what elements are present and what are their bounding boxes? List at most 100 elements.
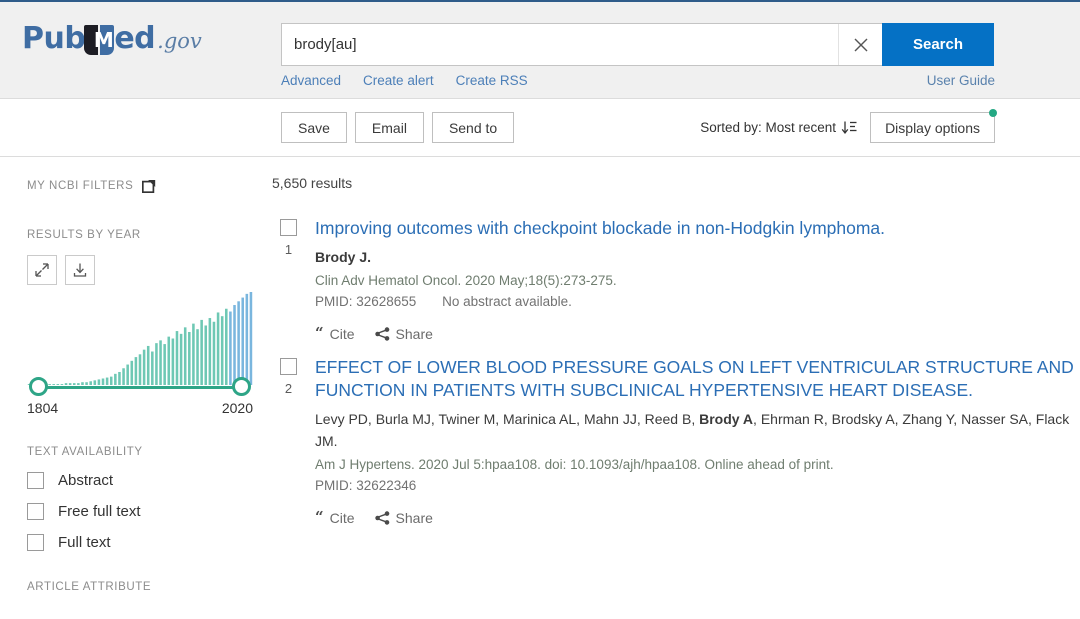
slider-handle-start[interactable] xyxy=(29,377,48,396)
result-checkbox[interactable] xyxy=(280,357,297,375)
header-links: Advanced Create alert Create RSS xyxy=(281,73,528,88)
checkbox-full-text[interactable] xyxy=(27,534,44,551)
search-input[interactable] xyxy=(282,24,838,65)
share-button[interactable]: Share xyxy=(374,509,433,526)
results-by-year-label: Results by year xyxy=(27,229,141,241)
article-attribute-section: Article attribute xyxy=(27,581,272,593)
share-label: Share xyxy=(395,325,433,342)
year-range-slider[interactable] xyxy=(27,377,253,397)
download-icon xyxy=(73,263,87,277)
result-actions: “ Cite Share xyxy=(315,326,1080,342)
result-abstract-note: No abstract available. xyxy=(442,293,572,309)
advanced-link[interactable]: Advanced xyxy=(281,73,341,88)
result-title-link[interactable]: Improving outcomes with checkpoint block… xyxy=(315,217,1080,241)
display-options-button[interactable]: Display options xyxy=(870,109,997,143)
result-pmid-row: PMID: 32622346 xyxy=(315,478,1080,493)
my-ncbi-filters-label: My NCBI Filters xyxy=(27,180,134,192)
result-item: 2 EFFECT OF LOWER BLOOD PRESSURE GOALS O… xyxy=(272,356,1080,526)
quote-icon: “ xyxy=(315,508,324,526)
action-button-group: Save Email Send to xyxy=(281,112,522,143)
year-range-labels: 1804 2020 xyxy=(27,400,253,416)
results-by-year-histogram xyxy=(27,290,253,385)
close-icon xyxy=(854,38,867,51)
checkbox-free-full-text[interactable] xyxy=(27,503,44,520)
sort-descending-icon xyxy=(841,121,857,134)
result-pmid: PMID: 32628655 xyxy=(315,293,417,309)
results-by-year-section: Results by year xyxy=(27,229,272,241)
filter-full-text-label: Full text xyxy=(58,534,111,551)
filter-abstract[interactable]: Abstract xyxy=(27,472,272,489)
results-count: 5,650 results xyxy=(272,175,353,191)
quote-icon: “ xyxy=(315,324,324,342)
share-button[interactable]: Share xyxy=(374,325,433,342)
result-number: 2 xyxy=(284,380,293,396)
result-journal-citation: Am J Hypertens. 2020 Jul 5:hpaa108. doi:… xyxy=(315,456,834,472)
result-selector: 2 xyxy=(272,356,305,526)
result-pmid: PMID: 32622346 xyxy=(315,477,417,493)
filter-full-text[interactable]: Full text xyxy=(27,534,272,551)
status-badge xyxy=(989,109,997,117)
external-link-icon xyxy=(142,180,156,193)
result-checkbox[interactable] xyxy=(280,219,297,236)
cite-button[interactable]: “ Cite xyxy=(315,326,355,342)
filter-abstract-label: Abstract xyxy=(58,472,114,489)
email-button[interactable]: Email xyxy=(354,112,424,143)
share-label: Share xyxy=(395,509,433,526)
cite-label: Cite xyxy=(329,325,355,342)
result-content: Improving outcomes with checkpoint block… xyxy=(305,217,1080,342)
result-authors-pre: Levy PD, Burla MJ, Twiner M, Marinica AL… xyxy=(315,410,700,427)
year-end-label: 2020 xyxy=(221,400,253,416)
result-pmid-row: PMID: 32628655 No abstract available. xyxy=(315,294,1080,309)
slider-rail xyxy=(39,386,241,389)
text-availability-section: Text availability xyxy=(27,446,272,458)
book-icon: M xyxy=(84,25,115,57)
pubmed-search-results-page: Pub M ed .gov Search Adva xyxy=(0,0,1080,619)
create-rss-link[interactable]: Create RSS xyxy=(456,73,528,88)
result-author-highlight: Brody J. xyxy=(315,248,372,265)
send-to-button[interactable]: Send to xyxy=(431,112,515,143)
result-authors: Brody J. xyxy=(315,246,1080,268)
results-action-bar: Save Email Send to Sorted by: Most recen… xyxy=(0,99,1080,157)
result-number: 1 xyxy=(284,242,293,257)
sort-and-display-group: Sorted by: Most recent Display options xyxy=(700,109,997,143)
expand-histogram-button[interactable] xyxy=(27,255,57,285)
sort-control[interactable]: Sorted by: Most recent xyxy=(700,120,858,136)
result-journal-citation: Clin Adv Hematol Oncol. 2020 May;18(5):2… xyxy=(315,272,617,288)
result-content: EFFECT OF LOWER BLOOD PRESSURE GOALS ON … xyxy=(305,356,1080,526)
filter-free-full-text[interactable]: Free full text xyxy=(27,503,272,520)
logo-gov-text: .gov xyxy=(157,29,202,53)
search-area: Search xyxy=(281,23,994,66)
site-header: Pub M ed .gov Search Adva xyxy=(0,0,1080,99)
display-options-label: Display options xyxy=(885,119,980,136)
page-body: My NCBI Filters Results by year xyxy=(0,157,1080,597)
results-list: 5,650 results 1 Improving outcomes with … xyxy=(272,157,1080,597)
share-icon xyxy=(374,326,389,341)
user-guide-link[interactable]: User Guide xyxy=(927,73,995,88)
result-item: 1 Improving outcomes with checkpoint blo… xyxy=(272,217,1080,342)
my-ncbi-filters-section[interactable]: My NCBI Filters xyxy=(27,179,272,193)
checkbox-abstract[interactable] xyxy=(27,472,44,489)
result-selector: 1 xyxy=(272,217,305,342)
result-authors: Levy PD, Burla MJ, Twiner M, Marinica AL… xyxy=(315,408,1080,452)
logo-pub-text: Pub xyxy=(22,21,86,56)
search-button[interactable]: Search xyxy=(882,23,994,66)
year-start-label: 1804 xyxy=(27,400,59,416)
save-button[interactable]: Save xyxy=(281,112,347,143)
article-attribute-label: Article attribute xyxy=(27,581,152,593)
result-title-link[interactable]: EFFECT OF LOWER BLOOD PRESSURE GOALS ON … xyxy=(315,356,1080,403)
cite-label: Cite xyxy=(329,509,355,526)
cite-button[interactable]: “ Cite xyxy=(315,510,355,526)
filters-sidebar: My NCBI Filters Results by year xyxy=(0,157,272,597)
create-alert-link[interactable]: Create alert xyxy=(363,73,434,88)
pubmed-logo[interactable]: Pub M ed .gov xyxy=(22,24,202,56)
expand-icon xyxy=(35,263,49,277)
filter-free-full-text-label: Free full text xyxy=(58,503,141,520)
logo-m-text: M xyxy=(93,28,114,52)
clear-search-button[interactable] xyxy=(838,24,882,65)
search-box xyxy=(281,23,882,66)
result-author-highlight: Brody A xyxy=(699,410,754,427)
download-histogram-button[interactable] xyxy=(65,255,95,285)
histogram-controls xyxy=(27,255,272,285)
slider-handle-end[interactable] xyxy=(232,377,251,396)
sorted-by-label: Sorted by: Most recent xyxy=(700,120,837,135)
